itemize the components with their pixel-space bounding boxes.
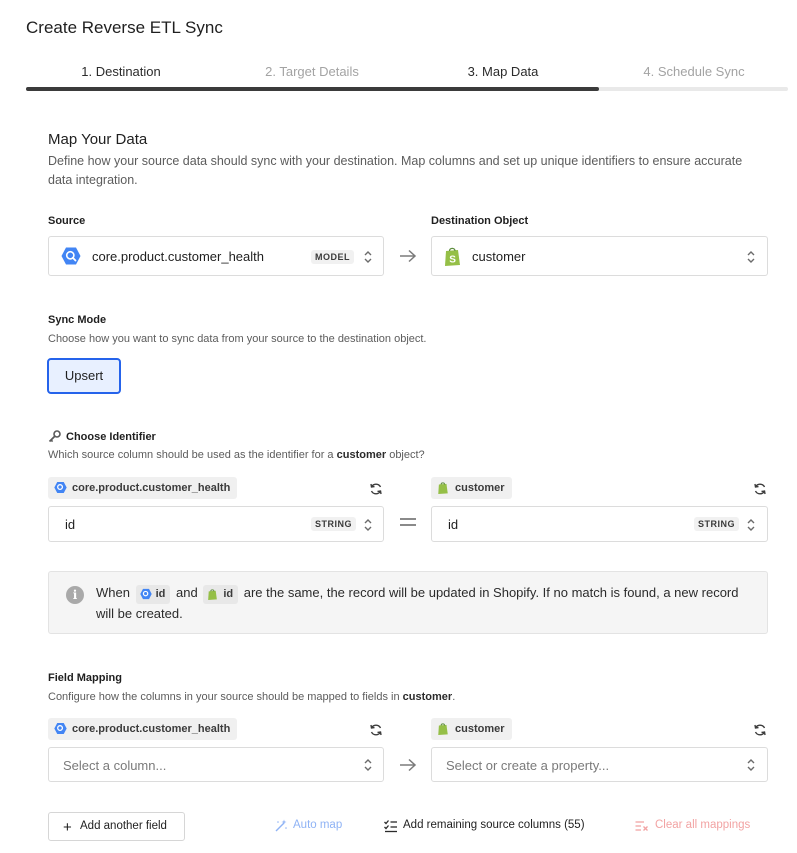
chevron-updown-icon <box>364 759 372 771</box>
bigquery-icon <box>54 481 67 494</box>
bigquery-icon <box>139 588 152 600</box>
bigquery-icon <box>54 722 67 735</box>
chevron-updown-icon <box>747 251 755 263</box>
chevron-updown-icon <box>364 251 372 263</box>
identifier-destination-type: STRING <box>694 517 740 531</box>
identifier-source-select[interactable]: id STRING <box>48 506 384 542</box>
equals-icon <box>400 516 416 528</box>
auto-map-button[interactable]: Auto map <box>274 819 342 832</box>
identifier-source-value: id <box>65 517 76 532</box>
info-icon: i <box>66 586 84 604</box>
upsert-option[interactable]: Upsert <box>47 358 121 394</box>
refresh-icon[interactable] <box>753 723 767 737</box>
shopify-icon: S <box>445 247 460 266</box>
info-destination-field: id <box>203 585 239 604</box>
refresh-icon[interactable] <box>753 482 767 496</box>
step-map-data[interactable]: 3. Map Data <box>408 64 598 79</box>
mapping-source-column-select[interactable]: Select a column... <box>48 747 384 782</box>
shopify-icon <box>438 482 448 494</box>
field-mapping-description: Configure how the columns in your source… <box>48 691 456 703</box>
identifier-label: Choose Identifier <box>66 431 156 443</box>
clear-list-icon <box>635 821 648 831</box>
identifier-source-chip: core.product.customer_health <box>48 477 238 499</box>
mapping-source-placeholder: Select a column... <box>63 758 167 773</box>
bigquery-icon <box>61 247 81 265</box>
plus-icon: + <box>63 819 72 836</box>
source-value: core.product.customer_health <box>92 249 264 264</box>
chevron-updown-icon <box>364 519 372 531</box>
page-title: Create Reverse ETL Sync <box>26 18 223 37</box>
identifier-destination-select[interactable]: id STRING <box>431 506 768 542</box>
stepper-progress <box>26 87 599 91</box>
identifier-destination-value: id <box>448 517 459 532</box>
identifier-destination-chip: customer <box>431 477 512 499</box>
sync-mode-description: Choose how you want to sync data from yo… <box>48 333 427 345</box>
destination-select[interactable]: S customer <box>431 236 768 276</box>
arrow-right-icon <box>400 758 417 772</box>
source-select[interactable]: core.product.customer_health MODEL <box>48 236 384 276</box>
add-remaining-columns-button[interactable]: Add remaining source columns (55) <box>384 819 585 833</box>
list-check-icon <box>384 820 397 833</box>
step-target-details[interactable]: 2. Target Details <box>217 64 407 79</box>
stepper: 1. Destination 2. Target Details 3. Map … <box>26 64 788 94</box>
mapping-destination-chip: customer <box>431 718 512 740</box>
arrow-right-icon <box>400 249 417 263</box>
shopify-icon <box>438 723 448 735</box>
magic-wand-icon <box>275 819 287 832</box>
mapping-destination-placeholder: Select or create a property... <box>446 758 610 773</box>
identifier-info-callout: i When id and id are the same, the recor… <box>48 571 768 634</box>
field-mapping-label: Field Mapping <box>48 672 122 684</box>
source-type-tag: MODEL <box>311 250 354 264</box>
chevron-updown-icon <box>747 759 755 771</box>
chevron-updown-icon <box>747 519 755 531</box>
source-label: Source <box>48 215 86 227</box>
destination-label: Destination Object <box>431 215 529 227</box>
step-destination[interactable]: 1. Destination <box>26 64 216 79</box>
add-another-field-button[interactable]: + Add another field <box>48 812 185 841</box>
sync-mode-label: Sync Mode <box>48 314 107 326</box>
info-source-field: id <box>135 585 171 604</box>
info-text: When id and id are the same, the record … <box>96 585 739 621</box>
refresh-icon[interactable] <box>369 723 383 737</box>
svg-text:S: S <box>449 255 456 266</box>
mapping-destination-property-select[interactable]: Select or create a property... <box>431 747 768 782</box>
shopify-icon <box>208 589 218 600</box>
step-schedule-sync[interactable]: 4. Schedule Sync <box>599 64 789 79</box>
map-title: Map Your Data <box>48 131 148 148</box>
destination-value: customer <box>472 249 526 264</box>
map-description: Define how your source data should sync … <box>48 154 743 187</box>
mapping-source-chip: core.product.customer_health <box>48 718 238 740</box>
identifier-source-type: STRING <box>311 517 357 531</box>
identifier-description: Which source column should be used as th… <box>48 449 425 461</box>
refresh-icon[interactable] <box>369 482 383 496</box>
key-icon <box>48 430 61 443</box>
clear-all-mappings-button[interactable]: Clear all mappings <box>635 819 750 831</box>
